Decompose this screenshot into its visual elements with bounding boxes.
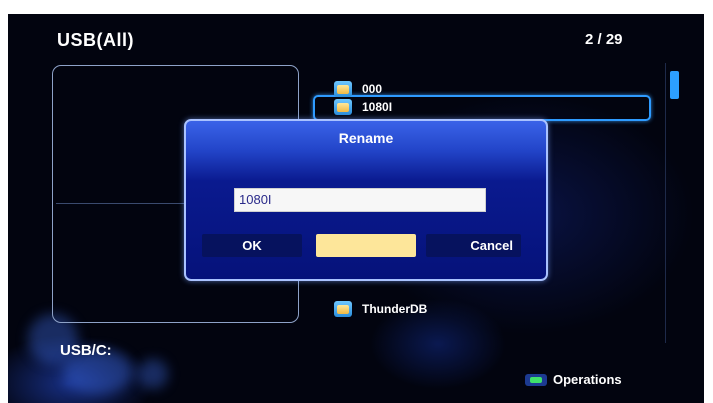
source-title: USB(All): [57, 30, 134, 50]
folder-icon: [334, 99, 352, 115]
scrollbar-track: [665, 63, 666, 343]
operations-hint[interactable]: Operations: [525, 372, 622, 387]
green-key-icon: [525, 373, 547, 386]
ok-button[interactable]: OK: [202, 234, 302, 257]
list-item-label: 1080I: [362, 100, 393, 114]
list-item-label: 000: [362, 82, 383, 96]
list-item-label: ThunderDB: [362, 302, 428, 316]
list-item[interactable]: 1080I: [334, 96, 392, 118]
dialog-title: Rename: [338, 130, 394, 146]
current-path: USB/C:: [60, 342, 112, 359]
operations-label: Operations: [553, 372, 622, 387]
folder-icon: [334, 81, 352, 97]
scrollbar-thumb[interactable]: [670, 71, 679, 99]
focused-button[interactable]: [316, 234, 416, 257]
list-item[interactable]: ThunderDB: [334, 298, 427, 320]
page-counter: 2 / 29: [585, 31, 623, 48]
cancel-button[interactable]: Cancel: [426, 234, 521, 257]
rename-dialog: Rename 1080I OK Cancel: [184, 119, 548, 281]
folder-icon: [334, 301, 352, 317]
background-glow: [138, 359, 168, 389]
rename-input[interactable]: 1080I: [234, 188, 486, 212]
